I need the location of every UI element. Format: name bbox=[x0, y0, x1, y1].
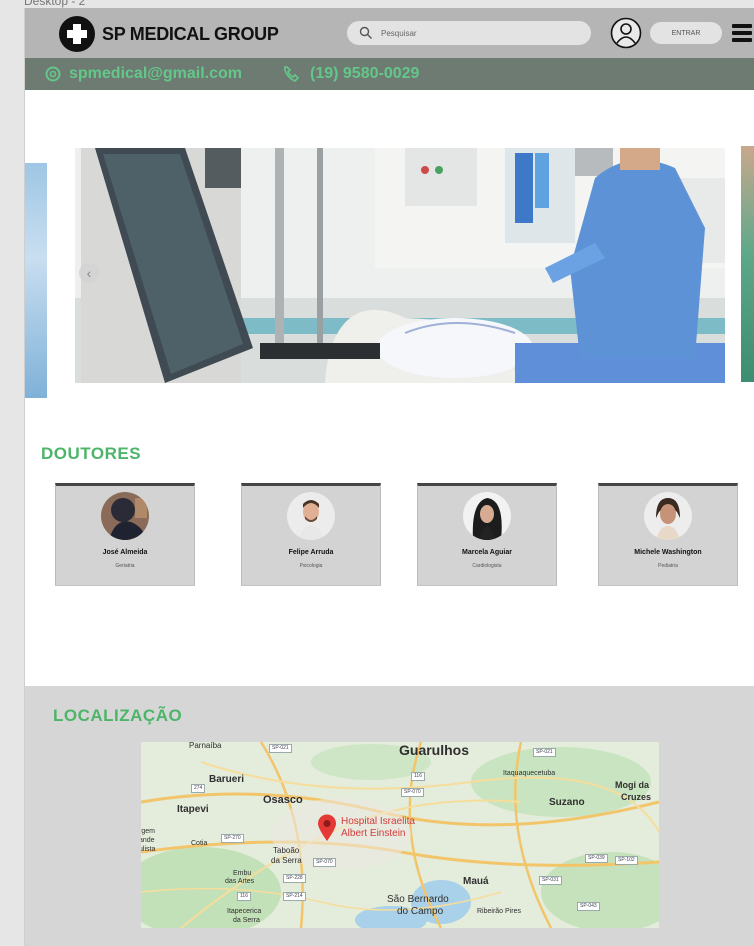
map-label-itapevi: Itapevi bbox=[177, 804, 209, 815]
map-label-embu-1: Embu bbox=[233, 870, 252, 877]
frame-label: Desktop - 2 bbox=[24, 0, 86, 8]
carousel-previous-slide[interactable] bbox=[25, 163, 47, 398]
contact-email[interactable]: spmedical@gmail.com bbox=[45, 65, 242, 83]
map-label-cotia: Cotia bbox=[191, 840, 208, 847]
map-label-itapecerica-1: Itapecerica bbox=[227, 908, 262, 915]
doctor-specialty: Geriatria bbox=[115, 563, 135, 569]
map-label-taboao-1: Taboão bbox=[273, 846, 300, 855]
map-label-suzano: Suzano bbox=[549, 797, 585, 808]
carousel-main-slide[interactable] bbox=[75, 148, 725, 383]
doctor-avatar bbox=[101, 492, 149, 540]
map-pin-label-2: Albert Einstein bbox=[341, 828, 406, 839]
road-badge: SP-031 bbox=[539, 876, 562, 885]
doctor-name: Marcela Aguiar bbox=[462, 549, 512, 556]
road-badge: SP-228 bbox=[283, 874, 306, 883]
map-label-itapecerica-2: da Serra bbox=[233, 917, 260, 924]
road-badge: SP-102 bbox=[615, 856, 638, 865]
map-label-vargem-1: rgem bbox=[141, 828, 155, 835]
map-label-embu-2: das Artes bbox=[225, 878, 255, 885]
map-pin-label-1: Hospital Israelita bbox=[341, 816, 415, 827]
road-badge: SP-214 bbox=[283, 892, 306, 901]
doctor-avatar bbox=[287, 492, 335, 540]
doctor-avatar bbox=[644, 492, 692, 540]
road-badge: SP-021 bbox=[269, 744, 292, 753]
contact-bar: spmedical@gmail.com (19) 9580-0029 bbox=[25, 58, 754, 90]
road-badge: 116 bbox=[411, 772, 425, 781]
map-label-barueri: Barueri bbox=[209, 774, 245, 785]
map-pin-icon[interactable] bbox=[317, 814, 337, 842]
map-label-mogi-1: Mogi da bbox=[615, 780, 649, 790]
map-label-taboao-2: da Serra bbox=[271, 856, 302, 865]
phone-icon bbox=[284, 66, 300, 82]
email-text: spmedical@gmail.com bbox=[69, 65, 242, 82]
map-label-ribeirao-pires: Ribeirão Pires bbox=[477, 908, 521, 915]
carousel-next-slide[interactable] bbox=[741, 146, 754, 382]
road-badge: SP-021 bbox=[533, 748, 556, 757]
doctor-card-jose[interactable]: José Almeida Geriatria bbox=[55, 483, 195, 586]
doctor-specialty: Psicologia bbox=[299, 563, 323, 569]
doctor-card-marcela[interactable]: Marcela Aguiar Cardiologista bbox=[417, 483, 557, 586]
medical-cross-icon bbox=[59, 16, 95, 52]
road-badge: SP-043 bbox=[577, 902, 600, 911]
road-badge: SP-270 bbox=[221, 834, 244, 843]
brand-name: SP MEDICAL GROUP bbox=[102, 23, 279, 44]
map[interactable]: Parnaíba Guarulhos Barueri Itaquaquecetu… bbox=[141, 742, 659, 928]
map-label-parnaiba: Parnaíba bbox=[189, 742, 222, 750]
phone-text: (19) 9580-0029 bbox=[310, 65, 420, 82]
doctor-card-felipe[interactable]: Felipe Arruda Psicologia bbox=[241, 483, 381, 586]
location-section: LOCALIZAÇÃO Parnaíba Guarulhos Barueri I… bbox=[25, 686, 754, 946]
map-label-sao-bernardo-2: do Campo bbox=[397, 906, 444, 917]
email-icon bbox=[45, 66, 61, 82]
road-badge: SP-070 bbox=[401, 788, 424, 797]
doctor-card-michele[interactable]: Michele Washington Pediatria bbox=[598, 483, 738, 586]
map-label-maua: Mauá bbox=[463, 876, 489, 887]
doctor-name: José Almeida bbox=[102, 549, 148, 556]
search-icon bbox=[359, 26, 372, 39]
location-section-title: LOCALIZAÇÃO bbox=[53, 706, 183, 725]
road-badge: 116 bbox=[237, 892, 251, 901]
carousel-prev-arrow-icon[interactable]: ‹ bbox=[79, 263, 99, 283]
doctor-name: Felipe Arruda bbox=[288, 549, 334, 556]
hamburger-menu-icon[interactable] bbox=[732, 24, 752, 42]
search-bar[interactable] bbox=[347, 21, 591, 45]
doctor-specialty: Pediatria bbox=[658, 563, 678, 569]
hospital-room-photo bbox=[75, 148, 725, 383]
map-label-vargem-3: ulista bbox=[141, 846, 156, 853]
search-input[interactable] bbox=[381, 28, 571, 38]
map-label-mogi-2: Cruzes bbox=[621, 792, 652, 802]
doctor-name: Michele Washington bbox=[634, 549, 702, 556]
map-label-osasco: Osasco bbox=[263, 794, 303, 806]
map-label-vargem-2: ande bbox=[141, 837, 155, 844]
enter-button[interactable]: ENTRAR bbox=[650, 22, 722, 44]
desktop-frame: SP MEDICAL GROUP ENTRAR spmedical@gmail.… bbox=[24, 8, 754, 946]
road-badge: 274 bbox=[191, 784, 206, 793]
map-label-itaquaquecetuba: Itaquaquecetuba bbox=[503, 770, 556, 777]
map-label-sao-bernardo-1: São Bernardo bbox=[387, 894, 449, 905]
doctor-avatar bbox=[463, 492, 511, 540]
doctor-specialty: Cardiologista bbox=[472, 563, 502, 569]
doctors-section-title: DOUTORES bbox=[41, 444, 142, 463]
map-label-guarulhos: Guarulhos bbox=[399, 742, 470, 758]
contact-phone[interactable]: (19) 9580-0029 bbox=[282, 65, 419, 83]
road-badge: SP-070 bbox=[313, 858, 336, 867]
brand-logo[interactable]: SP MEDICAL GROUP bbox=[59, 16, 279, 52]
header: SP MEDICAL GROUP ENTRAR bbox=[25, 8, 754, 58]
user-icon[interactable] bbox=[610, 17, 642, 49]
road-badge: SP-039 bbox=[585, 854, 608, 863]
